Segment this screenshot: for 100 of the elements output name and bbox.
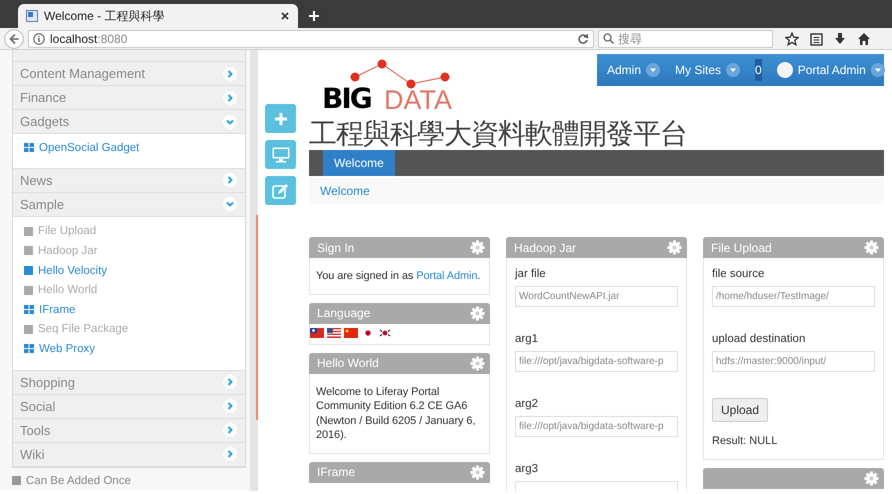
square-icon xyxy=(24,286,33,295)
input-field[interactable]: /home/hduser/TestImage/ xyxy=(712,286,875,307)
application-item[interactable]: OpenSocial Gadget xyxy=(24,138,140,158)
field-label: upload destination xyxy=(712,333,806,347)
application-item[interactable]: Hello Velocity xyxy=(24,260,108,280)
square-icon xyxy=(24,226,33,236)
address-field[interactable]: localhost:8080 xyxy=(28,30,594,48)
portlet-title: IFrame xyxy=(317,465,356,480)
application-item[interactable]: Web Proxy xyxy=(24,339,96,359)
page-icon xyxy=(26,10,38,22)
input-field[interactable]: file:///opt/java/bigdata-software-p xyxy=(515,416,678,437)
breadcrumb-link[interactable]: Welcome xyxy=(320,184,370,198)
caret-icon[interactable] xyxy=(726,63,740,77)
field-label: arg1 xyxy=(515,333,540,347)
tab-title: Welcome - 工程與科學 xyxy=(44,8,166,24)
portlet-title: File Upload xyxy=(711,240,772,254)
field-label: arg2 xyxy=(515,398,540,412)
chevron-right-icon[interactable] xyxy=(223,375,237,390)
flag-icon[interactable] xyxy=(310,328,324,338)
category-row[interactable]: Gadgets xyxy=(13,110,245,134)
star-icon[interactable] xyxy=(785,32,799,46)
category-row[interactable]: Shopping xyxy=(13,370,245,395)
chevron-right-icon[interactable] xyxy=(223,423,237,438)
search-field[interactable]: 搜尋 xyxy=(598,30,773,48)
search-input[interactable]: 搜尋 xyxy=(618,32,758,46)
nav-tab[interactable]: Welcome xyxy=(323,150,395,176)
square-icon xyxy=(12,476,21,486)
category-row[interactable]: News xyxy=(13,168,245,193)
category-row[interactable]: Wiki xyxy=(13,442,245,467)
gear-icon[interactable] xyxy=(667,240,682,255)
field-label: file source xyxy=(712,268,766,282)
close-icon[interactable] xyxy=(280,11,290,21)
user-menu[interactable]: Portal Admin xyxy=(798,63,885,77)
application-item[interactable]: IFrame xyxy=(24,300,76,320)
category-row[interactable]: Tools xyxy=(13,418,245,443)
category-row[interactable]: Sample xyxy=(13,192,245,217)
caret-icon[interactable] xyxy=(646,63,660,77)
field-label: jar file xyxy=(515,268,547,282)
legend-text: Can Be Added Once xyxy=(26,474,131,487)
edit-button[interactable] xyxy=(265,176,296,205)
category-row[interactable]: Content Management xyxy=(13,62,245,86)
grid-icon xyxy=(24,344,34,354)
preview-button[interactable] xyxy=(265,140,296,169)
flag-icon[interactable] xyxy=(378,328,392,338)
dock-menu[interactable]: Admin xyxy=(607,63,660,77)
user-link[interactable]: Portal Admin xyxy=(416,270,478,282)
url-text: localhost:8080 xyxy=(50,32,128,46)
clipboard-icon[interactable] xyxy=(810,32,823,46)
browser-tab[interactable]: Welcome - 工程與科學 xyxy=(18,4,298,28)
chevron-right-icon[interactable] xyxy=(223,66,237,80)
gear-icon[interactable] xyxy=(470,306,485,321)
input-field[interactable]: hdfs://master:9000/input/ xyxy=(712,351,875,372)
grid-icon xyxy=(24,305,34,314)
reload-icon[interactable] xyxy=(577,32,589,44)
notification-count[interactable]: 0 xyxy=(755,59,762,81)
logo-data-text: DATA xyxy=(384,85,452,115)
back-icon[interactable] xyxy=(4,28,24,48)
dock-menu[interactable]: My Sites xyxy=(675,63,740,77)
new-tab-icon[interactable] xyxy=(308,10,320,22)
gear-icon[interactable] xyxy=(864,471,879,486)
flag-icon[interactable] xyxy=(327,328,341,338)
square-icon xyxy=(24,266,33,276)
result-text: Result: NULL xyxy=(712,435,778,447)
portlet-title: Hello World xyxy=(317,356,379,370)
category-row[interactable]: Social xyxy=(13,394,245,419)
chevron-down-icon[interactable] xyxy=(223,114,237,128)
add-icon xyxy=(274,112,288,126)
site-title: 工程與科學大資料軟體開發平台 xyxy=(309,118,687,150)
chevron-right-icon[interactable] xyxy=(223,90,237,104)
signin-text: You are signed in as Portal Admin. xyxy=(316,269,482,284)
grid-icon xyxy=(24,143,34,152)
welcome-text: Welcome to Liferay Portal Community Edition 6.2 CE GA6 (Newton / Build 6205 / January 6, 2016). xyxy=(316,384,476,443)
chevron-right-icon[interactable] xyxy=(223,447,237,462)
input-field[interactable]: file:///opt/java/bigdata-software-p xyxy=(515,351,678,372)
gear-icon[interactable] xyxy=(470,356,485,371)
monitor-icon xyxy=(272,146,290,162)
field-label: arg3 xyxy=(515,463,540,477)
portlet-title: Sign In xyxy=(317,240,354,254)
upload-button[interactable]: Upload xyxy=(712,398,768,422)
avatar-icon xyxy=(776,62,793,78)
square-icon xyxy=(24,324,33,334)
gear-icon[interactable] xyxy=(470,464,485,480)
resize-handle[interactable] xyxy=(256,215,258,420)
caret-icon[interactable] xyxy=(870,63,885,77)
category-row[interactable]: Finance xyxy=(13,86,245,110)
square-icon xyxy=(24,246,33,256)
download-icon[interactable] xyxy=(834,32,846,46)
chevron-down-icon[interactable] xyxy=(223,197,237,212)
info-icon xyxy=(33,32,45,44)
portlet-title: Language xyxy=(317,306,370,320)
logo-big-text: BIG xyxy=(322,84,371,114)
input-field[interactable]: WordCountNewAPI.jar xyxy=(515,286,678,307)
chevron-right-icon[interactable] xyxy=(223,399,237,414)
home-icon[interactable] xyxy=(857,32,871,46)
chevron-right-icon[interactable] xyxy=(223,173,237,188)
gear-icon[interactable] xyxy=(470,240,485,255)
add-button[interactable] xyxy=(265,104,296,133)
gear-icon[interactable] xyxy=(864,240,879,255)
edit-icon xyxy=(272,182,289,198)
portlet-title: Hadoop Jar xyxy=(514,240,576,254)
